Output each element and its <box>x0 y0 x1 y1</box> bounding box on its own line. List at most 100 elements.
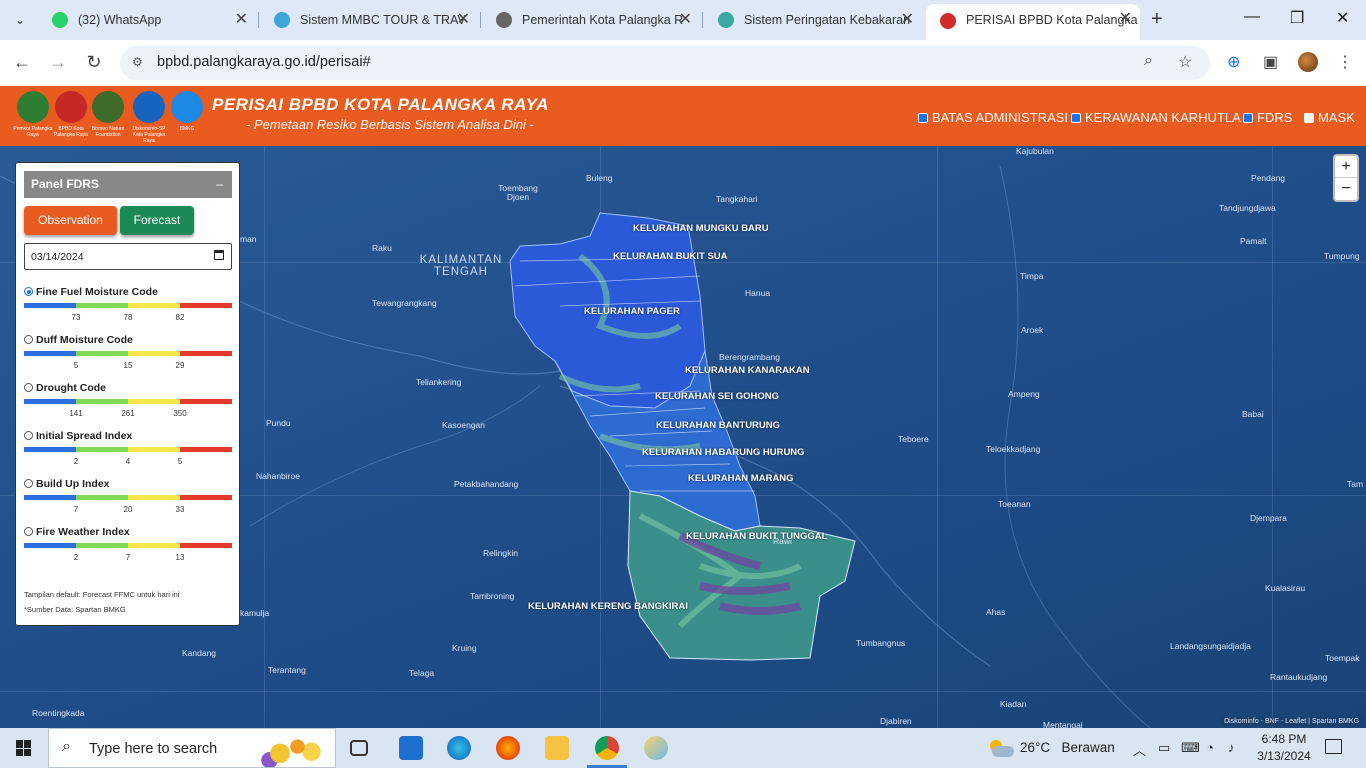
bpbd-icon <box>940 13 956 29</box>
taskbar-clock[interactable]: 6:48 PM 3/13/2024 <box>1252 731 1316 765</box>
taskbar-search-box[interactable]: ⌕ Type here to search <box>48 728 336 768</box>
tab-whatsapp[interactable]: (32) WhatsApp ✕ <box>38 6 256 34</box>
clock-time: 6:48 PM <box>1261 732 1307 746</box>
tab-mmbc-tour[interactable]: Sistem MMBC TOUR & TRAV ✕ <box>260 6 478 34</box>
firefox-icon[interactable] <box>496 736 520 760</box>
bnf-logo-icon <box>92 91 124 123</box>
app-subtitle: - Pemetaan Resiko Berbasis Sistem Analis… <box>246 117 534 132</box>
index-isi[interactable]: Initial Spread Index 2 4 5 <box>24 430 232 478</box>
chrome-icon[interactable] <box>595 736 619 760</box>
restore-window-icon[interactable]: ❐ <box>1290 8 1304 28</box>
file-explorer-icon[interactable] <box>545 736 569 760</box>
profile-avatar[interactable] <box>1298 52 1318 72</box>
tab-label: PERISAI BPBD Kota Palangka <box>966 13 1138 27</box>
scale-tick: 78 <box>123 313 133 322</box>
radio-unselected-icon[interactable] <box>24 527 33 536</box>
scale-tick: 350 <box>173 409 187 418</box>
bmkg-logo-icon <box>171 91 203 123</box>
zoom-in-button[interactable]: + <box>1335 156 1357 178</box>
map-attribution[interactable]: Diskominfo - BNF - Leaflet | Spartan BMK… <box>1221 717 1362 726</box>
close-tab-icon[interactable]: ✕ <box>901 6 914 34</box>
tab-search-chevron-icon[interactable]: ⌄ <box>10 10 30 30</box>
color-scale-bar <box>24 495 232 500</box>
bookmark-star-icon[interactable]: ☆ <box>1178 52 1192 72</box>
close-tab-icon[interactable]: ✕ <box>679 6 692 34</box>
scale-tick: 15 <box>123 361 133 370</box>
tab-perisai-active[interactable]: PERISAI BPBD Kota Palangka ✕ <box>926 4 1140 40</box>
app-title: PERISAI BPBD KOTA PALANGKA RAYA <box>212 95 549 114</box>
index-fwi[interactable]: Fire Weather Index 2 7 13 <box>24 526 232 574</box>
map-place-label: Rantaukudjang <box>1270 672 1328 682</box>
input-method-icon[interactable]: ⌨ <box>1181 740 1200 756</box>
search-icon: ⌕ <box>62 738 71 755</box>
calendar-icon[interactable] <box>214 250 224 260</box>
layer-mask[interactable]: MASK <box>1304 110 1355 125</box>
weather-widget[interactable]: 26°C Berawan <box>1020 740 1115 755</box>
windows-start-icon[interactable] <box>16 740 32 756</box>
index-name: Fire Weather Index <box>36 526 130 538</box>
scale-tick: 82 <box>175 313 185 322</box>
map-place-label: Kiadan <box>1000 699 1027 709</box>
wifi-icon[interactable]: ◔ <box>1206 740 1214 755</box>
panel-minimize-button[interactable]: – <box>216 171 223 198</box>
radio-unselected-icon[interactable] <box>24 431 33 440</box>
observation-button[interactable]: Observation <box>24 206 117 235</box>
map-place-label: Tambroning <box>470 591 515 601</box>
reload-icon[interactable]: ↻ <box>83 52 105 73</box>
minimize-window-icon[interactable]: — <box>1244 8 1260 26</box>
radio-unselected-icon[interactable] <box>24 383 33 392</box>
menu-kebab-icon[interactable]: ⋮ <box>1337 52 1353 72</box>
tab-divider <box>702 12 703 28</box>
index-dc[interactable]: Drought Code 141 261 350 <box>24 382 232 430</box>
forward-arrow-icon[interactable]: → <box>47 52 69 73</box>
scale-tick: 141 <box>69 409 83 418</box>
meet-now-icon[interactable]: ▭ <box>1158 740 1170 756</box>
close-tab-icon[interactable]: ✕ <box>457 6 470 34</box>
checkbox-checked-icon[interactable] <box>1243 113 1253 123</box>
volume-icon[interactable]: ♪ <box>1228 740 1235 755</box>
notification-center-icon[interactable] <box>1325 739 1342 754</box>
zoom-icon[interactable]: ⌕ <box>1144 52 1153 70</box>
index-dmc[interactable]: Duff Moisture Code 5 15 29 <box>24 334 232 382</box>
close-tab-icon[interactable]: ✕ <box>1119 4 1132 35</box>
new-tab-icon[interactable]: + <box>1151 8 1163 31</box>
radio-unselected-icon[interactable] <box>24 335 33 344</box>
close-tab-icon[interactable]: ✕ <box>235 6 248 34</box>
url-text[interactable]: bpbd.palangkaraya.go.id/perisai# <box>157 54 371 70</box>
layer-kerawanan-karhutla[interactable]: KERAWANAN KARHUTLA <box>1071 110 1241 125</box>
radio-selected-icon[interactable] <box>24 287 33 296</box>
map-place-label: Kualasirau <box>1265 583 1306 593</box>
fdrs-panel: Panel FDRS – Observation Forecast 03/14/… <box>15 162 240 626</box>
map-place-label: Ampeng <box>1008 389 1040 399</box>
checkbox-checked-icon[interactable] <box>918 113 928 123</box>
mail-icon[interactable] <box>399 736 423 760</box>
index-bui[interactable]: Build Up Index 7 20 33 <box>24 478 232 526</box>
checkbox-checked-icon[interactable] <box>1071 113 1081 123</box>
show-hidden-icons-icon[interactable]: ︿ <box>1133 740 1146 759</box>
tab-pemerintah-kota[interactable]: Pemerintah Kota Palangka R ✕ <box>482 6 700 34</box>
tab-sistem-peringatan[interactable]: Sistem Peringatan Kebakaran ✕ <box>704 6 922 34</box>
forecast-button[interactable]: Forecast <box>120 206 194 235</box>
close-window-icon[interactable]: ✕ <box>1336 8 1349 28</box>
site-info-icon[interactable]: ⚙ <box>132 55 148 71</box>
index-ffmc[interactable]: Fine Fuel Moisture Code 73 78 82 <box>24 286 232 334</box>
side-panel-icon[interactable]: ▣ <box>1263 52 1278 72</box>
layer-fdrs[interactable]: FDRS <box>1243 110 1292 125</box>
date-input[interactable]: 03/14/2024 <box>24 243 232 270</box>
map-place-label: Kandang <box>182 648 217 658</box>
checkbox-unchecked-icon[interactable] <box>1304 113 1314 123</box>
scale-tick: 4 <box>125 457 131 466</box>
download-icon[interactable]: ⊕ <box>1227 52 1240 72</box>
panel-title: Panel FDRS <box>31 177 100 191</box>
edge-browser-icon[interactable] <box>447 736 471 760</box>
address-bar[interactable]: ⚙ bpbd.palangkaraya.go.id/perisai# ⌕ ☆ <box>120 46 1210 80</box>
zoom-out-button[interactable]: − <box>1335 178 1357 200</box>
back-arrow-icon[interactable]: ← <box>11 52 33 73</box>
cloudy-weather-icon[interactable] <box>986 738 1014 758</box>
paint-icon[interactable] <box>644 736 668 760</box>
task-view-icon[interactable] <box>350 740 368 756</box>
map-place-label: Berengrambang <box>719 352 780 362</box>
map-place-label: Relingkin <box>483 548 518 558</box>
radio-unselected-icon[interactable] <box>24 479 33 488</box>
layer-batas-administrasi[interactable]: BATAS ADMINISTRASI <box>918 110 1068 125</box>
